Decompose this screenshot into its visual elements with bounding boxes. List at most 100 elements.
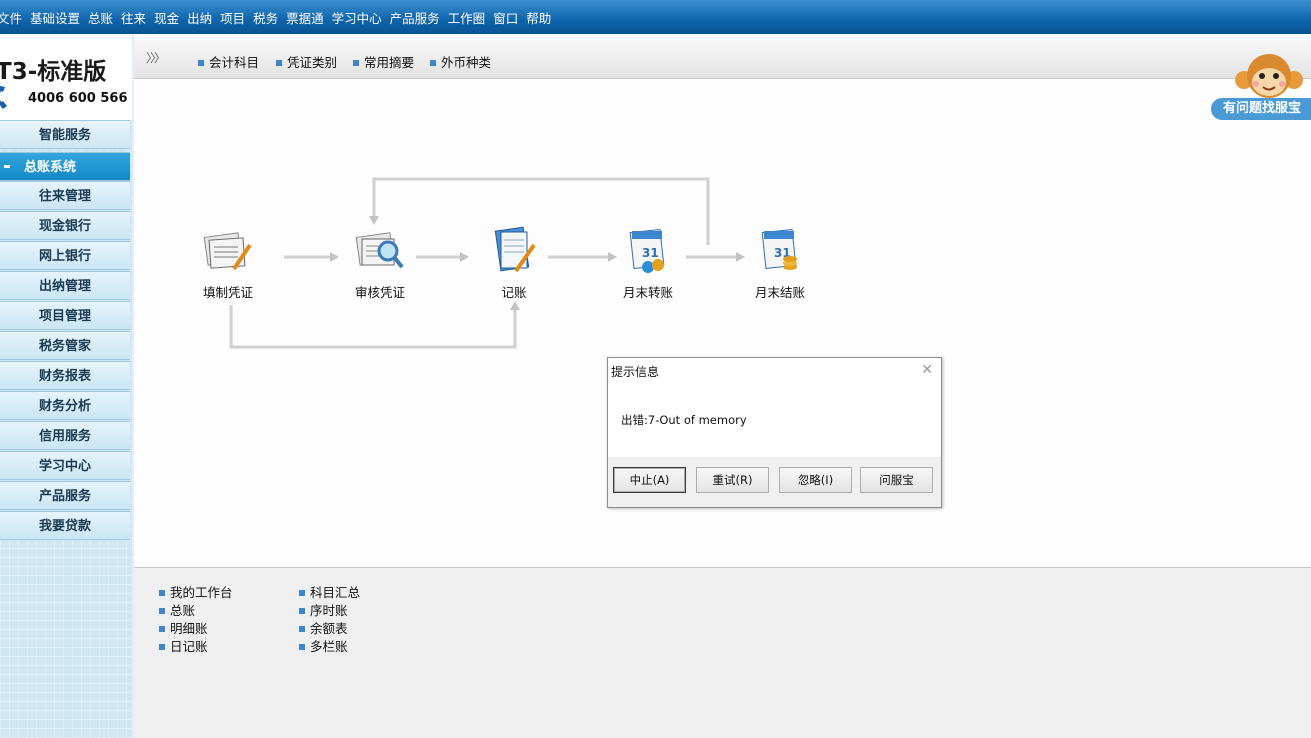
- flow-node-audit[interactable]: 审核凭证: [340, 225, 420, 301]
- sidebar-item-reports[interactable]: 财务报表: [0, 361, 130, 390]
- sidebar-item-label: 现金银行: [38, 219, 91, 234]
- quick-link-chronological[interactable]: 序时账: [299, 600, 348, 619]
- bullet-icon: [299, 644, 305, 650]
- sidebar: T3-标准版 4006 600 566 智能服务 总账系统 往来管理 现金银行 …: [0, 34, 134, 738]
- bullet-icon: [159, 590, 165, 596]
- month-end-close-icon: 31: [761, 228, 797, 270]
- flow-node-month-close[interactable]: 31 月末结账: [740, 225, 820, 301]
- menu-basic-settings[interactable]: 基础设置: [26, 8, 84, 27]
- svg-text:31: 31: [642, 246, 659, 260]
- quick-link-subject-summary[interactable]: 科目汇总: [299, 582, 360, 601]
- sidebar-item-project[interactable]: 项目管理: [0, 301, 130, 330]
- flow-node-posting[interactable]: 记账: [474, 225, 554, 301]
- bullet-icon: [430, 60, 436, 66]
- month-end-transfer-icon: 31: [629, 228, 665, 273]
- bullet-icon: [159, 644, 165, 650]
- sidebar-item-learning[interactable]: 学习中心: [0, 451, 130, 480]
- bullet-icon: [159, 626, 165, 632]
- dialog-title: 提示信息: [611, 365, 660, 379]
- menu-file[interactable]: 文件: [0, 8, 26, 27]
- menu-learning[interactable]: 学习中心: [328, 8, 386, 27]
- menu-workcircle[interactable]: 工作圈: [444, 8, 490, 27]
- quick-links-panel: 我的工作台 总账 明细账 日记账 科目汇总 序时账 余额表 多栏账: [134, 568, 1311, 738]
- sidebar-item-label: 我要贷款: [38, 519, 91, 534]
- bullet-icon: [159, 608, 165, 614]
- toolbar-account-subjects[interactable]: 会计科目: [198, 52, 259, 71]
- sidebar-item-label: 财务报表: [38, 369, 91, 384]
- logo: T3-标准版 4006 600 566: [0, 34, 132, 120]
- toolbar-common-summary[interactable]: 常用摘要: [353, 52, 414, 71]
- toolbar-currency-types[interactable]: 外币种类: [430, 52, 491, 71]
- sidebar-item-loan[interactable]: 我要贷款: [0, 511, 130, 540]
- voucher-entry-icon: [203, 232, 252, 271]
- dialog-button-bar: 中止(A) 重试(R) 忽略(I) 问服宝: [608, 457, 941, 507]
- menu-cashier[interactable]: 出纳: [183, 8, 216, 27]
- sidebar-item-label: 网上银行: [38, 249, 91, 264]
- quick-link-ledger[interactable]: 总账: [159, 600, 195, 619]
- sidebar-item-credit[interactable]: 信用服务: [0, 421, 130, 450]
- menu-general-ledger[interactable]: 总账: [84, 8, 117, 27]
- flow-node-label: 月末结账: [754, 285, 805, 300]
- sidebar-item-smart-service[interactable]: 智能服务: [0, 120, 130, 149]
- menu-receivables[interactable]: 往来: [117, 8, 150, 27]
- sidebar-item-label: 智能服务: [38, 128, 91, 143]
- sidebar-item-label: 信用服务: [38, 429, 91, 444]
- menu-bar: 文件 基础设置 总账 往来 现金 出纳 项目 税务 票据通 学习中心 产品服务 …: [0, 0, 1311, 34]
- flow-node-label: 审核凭证: [354, 285, 405, 300]
- quick-link-detail[interactable]: 明细账: [159, 618, 208, 637]
- sidebar-item-label: 学习中心: [38, 459, 91, 474]
- sidebar-item-label: 项目管理: [38, 309, 91, 324]
- flow-node-month-transfer[interactable]: 31 月末转账: [608, 225, 688, 301]
- posting-icon: [494, 226, 536, 273]
- flow-node-label: 月末转账: [622, 285, 673, 300]
- retry-button[interactable]: 重试(R): [696, 467, 769, 493]
- toolbar: 〉〉〉 会计科目 凭证类别 常用摘要 外币种类: [134, 40, 1311, 79]
- bullet-icon: [299, 626, 305, 632]
- menu-window[interactable]: 窗口: [489, 8, 522, 27]
- sidebar-item-analysis[interactable]: 财务分析: [0, 391, 130, 420]
- quick-link-workbench[interactable]: 我的工作台: [159, 582, 233, 601]
- phone-icon: [0, 86, 7, 109]
- quick-link-multicolumn[interactable]: 多栏账: [299, 636, 348, 655]
- sidebar-item-products[interactable]: 产品服务: [0, 481, 130, 510]
- bullet-icon: [299, 608, 305, 614]
- sidebar-item-tax[interactable]: 税务管家: [0, 331, 130, 360]
- sidebar-item-label: 产品服务: [38, 489, 91, 504]
- menu-bill[interactable]: 票据通: [282, 8, 328, 27]
- voucher-audit-icon: [355, 232, 404, 269]
- sidebar-item-label: 总账系统: [24, 160, 77, 175]
- sidebar-item-label: 财务分析: [38, 399, 91, 414]
- sidebar-item-label: 出纳管理: [38, 279, 91, 294]
- close-icon[interactable]: ✕: [921, 362, 933, 378]
- bullet-icon: [276, 60, 282, 66]
- sidebar-item-label: 税务管家: [38, 339, 91, 354]
- bullet-icon: [299, 590, 305, 596]
- sidebar-item-general-ledger[interactable]: 总账系统: [0, 152, 130, 181]
- brand-logo: T3-标准版: [0, 59, 107, 85]
- error-dialog: 提示信息 ✕ 出错:7-Out of memory 中止(A) 重试(R) 忽略…: [607, 357, 942, 508]
- menu-help[interactable]: 帮助: [522, 8, 555, 27]
- hotline-number: 4006 600 566: [28, 91, 128, 106]
- bullet-icon: [353, 60, 359, 66]
- sidebar-item-cashier[interactable]: 出纳管理: [0, 271, 130, 300]
- sidebar-item-label: 往来管理: [38, 189, 91, 204]
- menu-cash[interactable]: 现金: [150, 8, 183, 27]
- dialog-message: 出错:7-Out of memory: [621, 413, 747, 427]
- assistant-button[interactable]: 有问题找服宝: [1211, 98, 1311, 120]
- collapse-chevron-icon[interactable]: 〉〉〉: [146, 49, 166, 66]
- sidebar-item-online-bank[interactable]: 网上银行: [0, 241, 130, 270]
- expand-icon: [4, 165, 10, 168]
- quick-link-journal[interactable]: 日记账: [159, 636, 208, 655]
- toolbar-voucher-types[interactable]: 凭证类别: [276, 52, 337, 71]
- menu-project[interactable]: 项目: [216, 8, 249, 27]
- abort-button[interactable]: 中止(A): [613, 467, 686, 493]
- quick-link-balance[interactable]: 余额表: [299, 618, 348, 637]
- menu-tax[interactable]: 税务: [249, 8, 282, 27]
- flow-node-entry[interactable]: 填制凭证: [188, 225, 268, 301]
- menu-products[interactable]: 产品服务: [386, 8, 444, 27]
- bullet-icon: [198, 60, 204, 66]
- sidebar-item-receivables[interactable]: 往来管理: [0, 181, 130, 210]
- ask-assistant-button[interactable]: 问服宝: [860, 467, 933, 493]
- ignore-button[interactable]: 忽略(I): [779, 467, 852, 493]
- sidebar-item-cash-bank[interactable]: 现金银行: [0, 211, 130, 240]
